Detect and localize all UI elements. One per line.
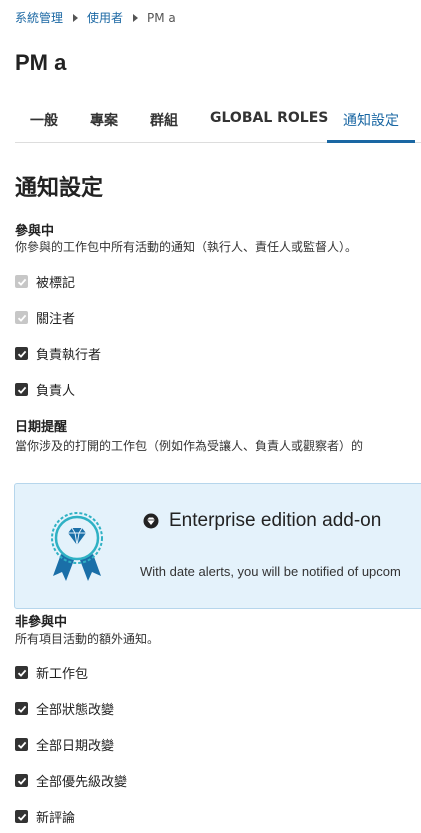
non-participating-description: 所有項目活動的額外通知。 (15, 632, 160, 646)
tab-global-roles[interactable]: GLOBAL ROLES (210, 110, 328, 126)
checkbox-box[interactable] (15, 702, 28, 715)
checkbox-new-comment[interactable]: 新評論 (15, 807, 75, 826)
checkbox-label: 負責執行者 (36, 348, 102, 363)
breadcrumb-item-admin[interactable]: 系統管理 (15, 9, 63, 26)
checkbox-label: 全部日期改變 (36, 739, 115, 754)
checkmark-icon (17, 705, 26, 713)
tab-groups[interactable]: 群組 (150, 110, 178, 130)
checkbox-responsible[interactable]: 負責人 (15, 380, 75, 399)
date-alerts-title: 日期提醒 (15, 420, 68, 435)
participating-description: 你參與的工作包中所有活動的通知（執行人、責任人或監督人）。 (15, 240, 358, 254)
checkbox-label: 關注者 (36, 312, 76, 327)
page-title: PM a (15, 50, 67, 75)
checkbox-label: 新工作包 (36, 667, 89, 682)
checkmark-icon (17, 278, 26, 286)
checkbox-all-date-changes[interactable]: 全部日期改變 (15, 735, 114, 754)
checkbox-new-work-package[interactable]: 新工作包 (15, 663, 88, 682)
diamond-icon (143, 513, 159, 529)
checkbox-assignee[interactable]: 負責執行者 (15, 344, 101, 363)
checkbox-label: 全部優先級改變 (36, 775, 128, 790)
checkbox-box[interactable] (15, 383, 28, 396)
checkbox-label: 負責人 (36, 384, 76, 399)
checkbox-label: 新評論 (36, 811, 76, 826)
checkbox-label: 全部狀態改變 (36, 703, 115, 718)
tab-bar: 一般 專案 群組 GLOBAL ROLES 通知設定 (15, 100, 421, 143)
breadcrumb: 系統管理 使用者 PM a (15, 9, 176, 26)
tab-notification-settings[interactable]: 通知設定 (343, 110, 399, 130)
checkmark-icon (17, 741, 26, 749)
participating-title: 參與中 (15, 224, 55, 239)
checkbox-box[interactable] (15, 347, 28, 360)
non-participating-title: 非參與中 (15, 615, 68, 630)
checkbox-all-status-changes[interactable]: 全部狀態改變 (15, 699, 114, 718)
breadcrumb-item-users[interactable]: 使用者 (87, 9, 123, 26)
checkmark-icon (17, 386, 26, 394)
tab-general[interactable]: 一般 (30, 110, 58, 130)
checkmark-icon (17, 350, 26, 358)
checkmark-icon (17, 669, 26, 677)
breadcrumb-current: PM a (147, 10, 176, 25)
checkbox-label: 被標記 (36, 276, 76, 291)
checkbox-box[interactable] (15, 666, 28, 679)
active-tab-indicator (327, 140, 415, 143)
caret-right-icon (73, 13, 79, 22)
date-alerts-description: 當你涉及的打開的工作包（例如作為受讓人、負責人或觀察者）的 (15, 439, 364, 453)
checkmark-icon (17, 314, 26, 322)
section-title: 通知設定 (15, 176, 104, 201)
checkmark-icon (17, 777, 26, 785)
checkbox-box[interactable] (15, 275, 28, 288)
checkbox-box[interactable] (15, 810, 28, 823)
checkbox-mentioned[interactable]: 被標記 (15, 272, 75, 291)
caret-right-icon (133, 13, 139, 22)
ribbon-badge-icon (51, 512, 103, 581)
checkbox-all-priority-changes[interactable]: 全部優先級改變 (15, 771, 127, 790)
checkbox-box[interactable] (15, 311, 28, 324)
checkbox-box[interactable] (15, 738, 28, 751)
checkbox-watcher[interactable]: 關注者 (15, 308, 75, 327)
enterprise-banner: Enterprise edition add-on With date aler… (14, 483, 421, 609)
tab-projects[interactable]: 專案 (90, 110, 118, 130)
checkbox-box[interactable] (15, 774, 28, 787)
checkmark-icon (17, 813, 26, 821)
enterprise-title: Enterprise edition add-on (169, 510, 382, 531)
enterprise-text: With date alerts, you will be notified o… (140, 564, 401, 579)
